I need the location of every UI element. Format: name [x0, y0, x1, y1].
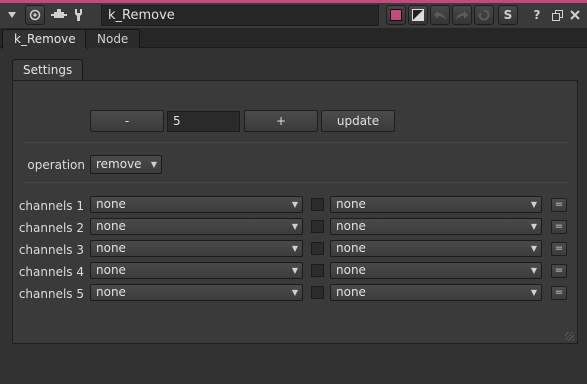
channels-right-dropdown[interactable]: none ▼	[330, 284, 542, 301]
channels-left-value: none	[96, 197, 126, 211]
channels-left-value: none	[96, 285, 126, 299]
close-icon[interactable]	[565, 5, 585, 25]
channels-left-dropdown[interactable]: none ▼	[90, 240, 303, 257]
properties-titlebar: k_Remove S ?	[0, 3, 587, 28]
tab-settings[interactable]: Settings	[12, 59, 84, 80]
channels-right-value: none	[336, 219, 366, 233]
channels-checkbox[interactable]	[311, 198, 324, 211]
tab-node[interactable]: Node	[85, 29, 141, 48]
channels-left-dropdown[interactable]: none ▼	[90, 284, 303, 301]
chevron-down-icon: ▼	[530, 244, 537, 253]
divider	[23, 182, 567, 183]
chevron-down-icon: ▼	[530, 266, 537, 275]
channels-left-value: none	[96, 241, 126, 255]
chevron-down-icon: ▼	[291, 222, 298, 231]
node-name-field[interactable]: k_Remove	[101, 5, 379, 26]
chevron-down-icon: ▼	[291, 288, 298, 297]
chevron-down-icon: ▼	[530, 200, 537, 209]
channels-equals-button[interactable]: =	[551, 264, 567, 278]
help-button[interactable]: ?	[527, 5, 547, 25]
channels-checkbox[interactable]	[311, 242, 324, 255]
channels-right-dropdown[interactable]: none ▼	[330, 218, 542, 235]
collapse-arrow-icon[interactable]	[2, 5, 22, 25]
settings-panel: - 5 + update operation remove ▼ channels…	[12, 80, 578, 344]
channels-label: channels 4	[18, 265, 84, 279]
operation-value: remove	[96, 157, 142, 171]
channels-left-dropdown[interactable]: none ▼	[90, 262, 303, 279]
redo-icon[interactable]	[452, 5, 472, 25]
channels-label: channels 1	[18, 199, 84, 213]
chevron-down-icon: ▼	[530, 288, 537, 297]
channels-label: channels 5	[18, 287, 84, 301]
tab-k-remove[interactable]: k_Remove	[2, 29, 88, 49]
channels-right-value: none	[336, 241, 366, 255]
increment-button[interactable]: +	[244, 110, 318, 132]
resize-grip-icon[interactable]	[565, 332, 574, 341]
channels-equals-button[interactable]: =	[551, 220, 567, 234]
channels-label: channels 2	[18, 221, 84, 235]
channels-left-dropdown[interactable]: none ▼	[90, 196, 303, 213]
count-input[interactable]: 5	[167, 111, 240, 132]
channels-left-value: none	[96, 219, 126, 233]
float-window-icon[interactable]	[547, 5, 567, 25]
decrement-button[interactable]: -	[90, 110, 164, 132]
chevron-down-icon: ▼	[291, 200, 298, 209]
channels-right-dropdown[interactable]: none ▼	[330, 196, 542, 213]
chevron-down-icon: ▼	[150, 160, 157, 169]
channels-right-value: none	[336, 263, 366, 277]
channels-label: channels 3	[18, 243, 84, 257]
channels-right-value: none	[336, 285, 366, 299]
channels-equals-button[interactable]: =	[551, 198, 567, 212]
channels-checkbox[interactable]	[311, 286, 324, 299]
operation-dropdown[interactable]: remove ▼	[90, 155, 162, 174]
channels-left-value: none	[96, 263, 126, 277]
chevron-down-icon: ▼	[530, 222, 537, 231]
update-button[interactable]: update	[321, 110, 395, 132]
chevron-down-icon: ▼	[291, 266, 298, 275]
channels-right-value: none	[336, 197, 366, 211]
channels-left-dropdown[interactable]: none ▼	[90, 218, 303, 235]
channels-right-dropdown[interactable]: none ▼	[330, 240, 542, 257]
node-color-button[interactable]	[386, 5, 406, 25]
operation-label: operation	[27, 158, 85, 172]
divider	[23, 142, 567, 143]
text-color-button[interactable]	[408, 5, 428, 25]
tab-bar: k_Remove Node	[0, 28, 587, 49]
s-button[interactable]: S	[498, 5, 518, 25]
wrench-icon[interactable]	[71, 5, 91, 25]
channels-right-dropdown[interactable]: none ▼	[330, 262, 542, 279]
channels-checkbox[interactable]	[311, 264, 324, 277]
channels-equals-button[interactable]: =	[551, 286, 567, 300]
center-node-icon[interactable]	[25, 5, 45, 25]
undo-icon[interactable]	[430, 5, 450, 25]
chevron-down-icon: ▼	[291, 244, 298, 253]
revert-icon[interactable]	[474, 5, 494, 25]
input-node-icon[interactable]	[49, 5, 69, 25]
node-color-swatch	[390, 9, 402, 21]
channels-equals-button[interactable]: =	[551, 242, 567, 256]
channels-checkbox[interactable]	[311, 220, 324, 233]
